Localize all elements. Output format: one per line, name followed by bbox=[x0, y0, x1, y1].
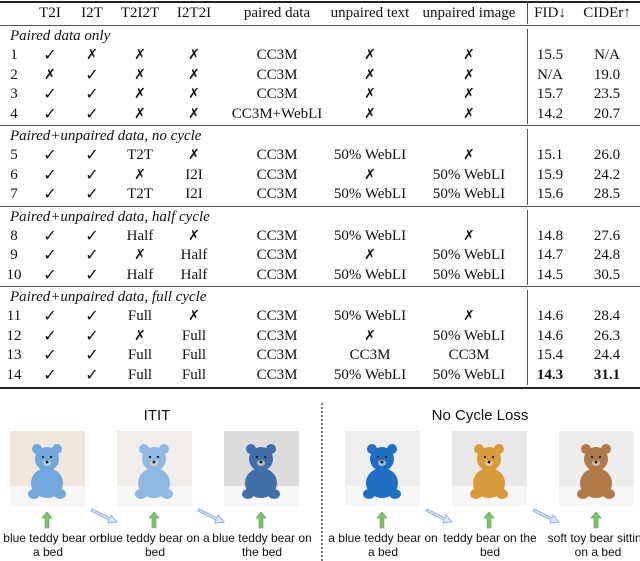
header-cider: CIDEr↑ bbox=[583, 5, 631, 21]
table-rule bbox=[0, 205, 640, 207]
cell-cider: 28.4 bbox=[593, 308, 621, 324]
cell-cider: 19.0 bbox=[593, 66, 621, 83]
caption-text: blue teddy bear on a bed bbox=[100, 531, 210, 559]
section-title: Paired+unpaired data, half cycle bbox=[10, 208, 210, 225]
diagonal-arrow-icon bbox=[425, 508, 453, 524]
generated-image bbox=[224, 431, 299, 506]
cell-cider: 24.2 bbox=[593, 166, 621, 183]
cell-cider: 31.1 bbox=[593, 366, 621, 383]
generated-image bbox=[117, 431, 192, 506]
qualitative-figure: ITIT a blue teddy bear on a bed blue teddy… bbox=[0, 395, 640, 561]
up-arrow-icon bbox=[376, 511, 388, 529]
section-title: Paired+unpaired data, no cycle bbox=[10, 128, 202, 144]
generated-image bbox=[10, 431, 85, 506]
cell-cider: 24.8 bbox=[593, 247, 621, 263]
column-divider bbox=[527, 2, 528, 24]
table-rule bbox=[0, 286, 640, 287]
teddy-bear-image bbox=[452, 431, 527, 506]
column-divider bbox=[527, 209, 528, 285]
up-arrow-icon bbox=[148, 511, 160, 529]
generated-image bbox=[559, 431, 634, 506]
column-divider bbox=[527, 290, 528, 385]
table-rule bbox=[0, 125, 640, 126]
cell-cider: 24.4 bbox=[593, 347, 621, 363]
diagonal-arrow-icon bbox=[532, 508, 560, 524]
cell-cider: 27.6 bbox=[593, 227, 621, 244]
cell-cider: 20.7 bbox=[593, 105, 621, 122]
up-arrow-icon bbox=[590, 511, 602, 529]
generated-image bbox=[345, 431, 420, 506]
up-arrow-icon bbox=[483, 511, 495, 529]
teddy-bear-image bbox=[559, 431, 634, 506]
panel-title: No Cycle Loss bbox=[431, 407, 529, 424]
cell-cider: 26.0 bbox=[593, 147, 621, 163]
column-divider bbox=[527, 129, 528, 205]
caption-text: soft toy bear sitting on a bed bbox=[547, 531, 640, 559]
caption-text: a blue teddy bear on a bed bbox=[0, 531, 103, 559]
panel-title: ITIT bbox=[143, 407, 171, 424]
generated-image bbox=[452, 431, 527, 506]
diagonal-arrow-icon bbox=[197, 508, 225, 524]
caption-text: teddy bear on the bed bbox=[443, 531, 537, 559]
teddy-bear-image bbox=[10, 431, 85, 506]
cell-cider: 23.5 bbox=[593, 86, 621, 102]
caption-text: blue teddy bear on the bed bbox=[212, 531, 312, 559]
teddy-bear-image bbox=[345, 431, 420, 506]
caption-text: a blue teddy bear on a bed bbox=[328, 531, 438, 559]
table-rule bbox=[0, 1, 640, 3]
table-rule bbox=[0, 25, 640, 26]
teddy-bear-image bbox=[117, 431, 192, 506]
up-arrow-icon bbox=[41, 511, 53, 529]
diagonal-arrow-icon bbox=[90, 508, 118, 524]
section-title: Paired+unpaired data, full cycle bbox=[10, 289, 207, 305]
cell-cider: 28.5 bbox=[593, 186, 621, 202]
panel-divider bbox=[321, 403, 323, 561]
cell-cider: 26.3 bbox=[593, 327, 621, 344]
column-divider bbox=[527, 29, 528, 124]
cell-cider: N/A bbox=[594, 47, 620, 63]
up-arrow-icon bbox=[255, 511, 267, 529]
teddy-bear-image bbox=[224, 431, 299, 506]
table-rule bbox=[0, 387, 640, 389]
cell-cider: 30.5 bbox=[593, 266, 621, 283]
section-title: Paired data only bbox=[10, 28, 111, 44]
